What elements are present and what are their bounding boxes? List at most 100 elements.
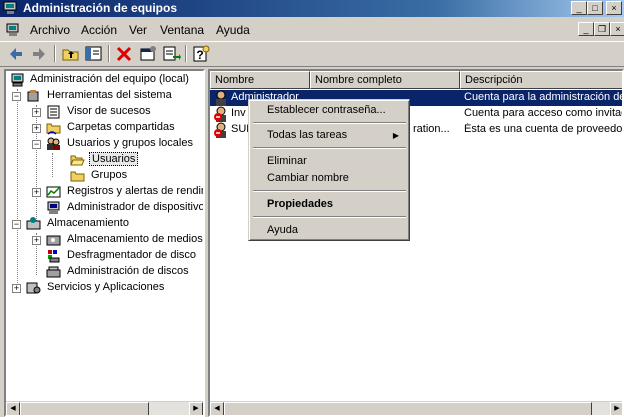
event-viewer-icon [47,105,60,119]
tree-horizontal-scrollbar[interactable]: ◀ ▶ [6,401,203,415]
tree-item-label: Carpetas compartidas [67,121,175,133]
scroll-thumb[interactable] [20,402,149,415]
scroll-right-button[interactable]: ▶ [610,402,622,415]
tree-item-label: Usuarios y grupos locales [67,137,193,149]
properties-icon[interactable] [138,44,158,64]
menu-accion[interactable]: Acción [81,23,117,37]
menu-item-label: Cambiar nombre [267,172,349,184]
forward-icon[interactable] [29,44,49,64]
menu-item-label: Eliminar [267,155,307,167]
tree-item-label: Administración del equipo (local) [30,73,189,85]
menu-item-cambiar-nombre[interactable]: Cambiar nombre [252,170,407,187]
scroll-thumb[interactable] [224,402,592,415]
tree-item-usuarios[interactable]: Usuarios [70,152,203,168]
menu-item-todas-las-tareas[interactable]: Todas las tareas ▶ [252,127,407,144]
menu-item-label: Propiedades [267,198,334,210]
column-header-nombre-completo[interactable]: Nombre completo [310,71,460,89]
tree-item-label: Visor de sucesos [67,105,151,117]
scroll-right-button[interactable]: ▶ [189,402,203,415]
menu-ventana[interactable]: Ventana [160,23,204,37]
removable-storage-icon [46,235,61,246]
storage-icon [26,217,41,230]
console-tree[interactable]: Administración del equipo (local) − Herr… [4,69,205,417]
disabled-user-icon [214,106,226,122]
tree-item-label: Usuarios [89,152,139,166]
tree-item-admin-discos[interactable]: Administración de discos [46,264,203,280]
menu-separator [253,122,406,124]
title-bar: Administración de equipos _ □ × [0,0,624,17]
scroll-left-button[interactable]: ◀ [210,402,224,415]
column-header-nombre[interactable]: Nombre [210,71,310,89]
cell-descripcion: Cuenta para la administración del [464,91,624,103]
tree-item-desfragmentador[interactable]: Desfragmentador de disco [46,248,203,264]
menu-ayuda[interactable]: Ayuda [216,23,250,37]
defragmenter-icon [48,250,60,263]
disabled-user-icon [214,122,226,138]
menu-item-propiedades[interactable]: Propiedades [252,196,407,213]
menu-separator [253,216,406,218]
mdi-close-button[interactable]: × [610,22,624,36]
device-manager-icon [47,201,60,214]
shared-folder-icon [46,123,61,135]
menu-separator [253,190,406,192]
collapse-toggle[interactable]: − [12,92,21,101]
menu-item-ayuda[interactable]: Ayuda [252,222,407,239]
tree-item-usuarios-grupos[interactable]: Usuarios y grupos locales [46,136,203,152]
tree-item-almacenamiento-medios[interactable]: Almacenamiento de medios e [46,232,203,248]
folder-icon [70,171,85,182]
column-header-descripcion[interactable]: Descripción [460,71,622,89]
computer-icon [11,73,24,87]
computer-management-menu-icon[interactable] [6,23,20,37]
tree-item-root[interactable]: Administración del equipo (local) [10,72,203,88]
menu-archivo[interactable]: Archivo [30,23,70,37]
performance-logs-icon [46,186,61,198]
menu-item-establecer-contrasena[interactable]: Establecer contraseña... [252,102,407,119]
delete-icon[interactable] [114,44,134,64]
mdi-restore-button[interactable]: ❐ [594,22,610,36]
tree-item-grupos[interactable]: Grupos [70,168,203,184]
expand-toggle[interactable]: + [32,188,41,197]
tools-icon [27,90,39,102]
tree-item-label: Desfragmentador de disco [67,249,197,261]
expand-toggle[interactable]: + [32,108,41,117]
menu-item-label: Establecer contraseña... [267,104,386,116]
services-applications-icon [26,282,41,294]
export-list-icon[interactable] [161,44,181,64]
computer-management-icon [3,1,17,14]
tree-item-herramientas[interactable]: Herramientas del sistema [26,88,203,104]
minimize-button[interactable]: _ [571,1,587,15]
menu-item-eliminar[interactable]: Eliminar [252,153,407,170]
list-horizontal-scrollbar[interactable]: ◀ ▶ [210,401,622,415]
menu-item-label: Ayuda [267,224,298,236]
expand-toggle[interactable]: + [32,124,41,133]
tree-item-almacenamiento[interactable]: Almacenamiento [26,216,203,232]
disk-management-icon [46,266,61,278]
help-icon[interactable]: ? [191,44,211,64]
cell-nombre-completo: ration... [413,123,450,135]
close-button[interactable]: × [606,1,622,15]
collapse-toggle[interactable]: − [32,140,41,149]
menu-separator [253,147,406,149]
tree-item-servicios-aplicaciones[interactable]: Servicios y Aplicaciones [26,280,203,296]
tree-item-visor-sucesos[interactable]: Visor de sucesos [46,104,203,120]
toolbar-separator [185,45,187,62]
tree-item-label: Almacenamiento [47,217,129,229]
menu-item-label: Todas las tareas [267,129,348,141]
expand-toggle[interactable]: + [12,284,21,293]
collapse-toggle[interactable]: − [12,220,21,229]
tree-item-registros-alertas[interactable]: Registros y alertas de rendir [46,184,203,200]
tree-item-admin-dispositivos[interactable]: Administrador de dispositivo [46,200,203,216]
expand-toggle[interactable]: + [32,236,41,245]
cell-descripcion: Cuenta para acceso como invitad [464,107,624,119]
toolbar-separator [108,45,110,62]
show-hide-tree-icon[interactable] [84,44,104,64]
cell-descripcion: Ésta es una cuenta de proveedor [464,123,624,135]
tree-item-carpetas-compartidas[interactable]: Carpetas compartidas [46,120,203,136]
up-folder-icon[interactable] [61,44,81,64]
scroll-left-button[interactable]: ◀ [6,402,20,415]
back-icon[interactable] [6,44,26,64]
user-icon [216,90,226,106]
mdi-minimize-button[interactable]: _ [578,22,594,36]
menu-ver[interactable]: Ver [129,23,147,37]
maximize-button[interactable]: □ [587,1,603,15]
